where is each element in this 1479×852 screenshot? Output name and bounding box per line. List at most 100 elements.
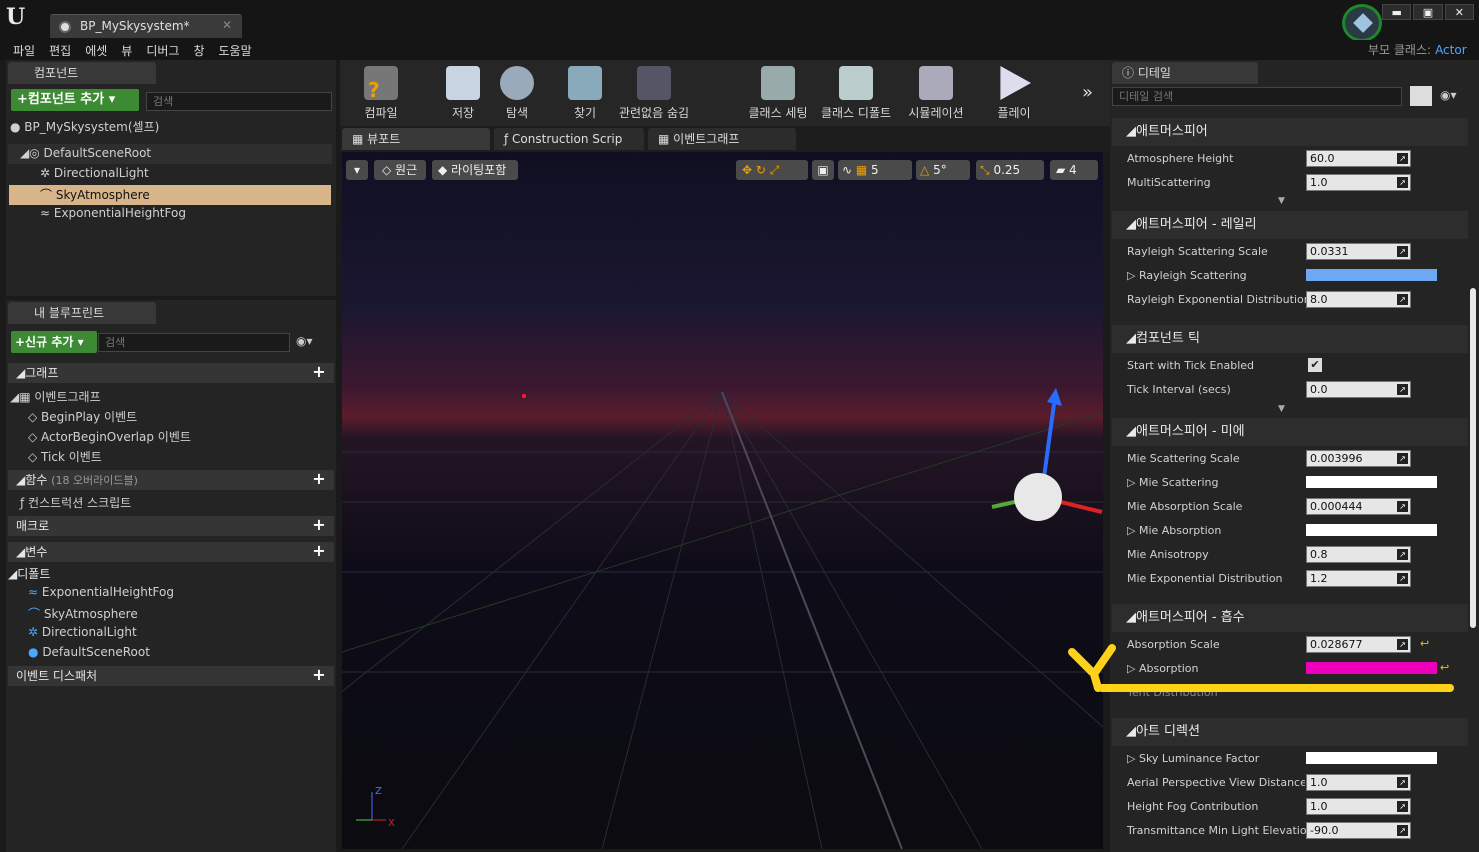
minimize-button[interactable]: ▬ (1382, 4, 1412, 20)
category-rayleigh[interactable]: ◢애트머스피어 - 레일리 (1112, 211, 1468, 239)
graph-section[interactable]: ◢그래프 + (8, 363, 334, 383)
camera-speed-button[interactable]: ▰ 4 (1050, 160, 1098, 180)
scale-snap-button[interactable]: ⤡ 0.25 (976, 160, 1044, 180)
aerial-perspective-field[interactable]: 1.0 ↗ (1306, 774, 1411, 791)
event-tick[interactable]: ◇ Tick 이벤트 (28, 448, 102, 465)
more-tools-icon[interactable]: » (1082, 82, 1093, 103)
mie-scattering-row[interactable]: ▷ Mie Scattering (1127, 476, 1218, 489)
viewport-options-button[interactable]: ▾ (346, 160, 368, 180)
lit-mode-button[interactable]: ◆ 라이팅포함 (432, 160, 518, 180)
multiscattering-field[interactable]: 1.0 ↗ (1306, 174, 1411, 191)
atmosphere-height-field[interactable]: 60.0 ↗ (1306, 150, 1411, 167)
class-defaults-button[interactable]: 클래스 디폴트 (820, 60, 892, 126)
expand-advanced-icon[interactable]: ▼ (1278, 404, 1285, 414)
variables-section[interactable]: ◢변수 + (8, 542, 334, 562)
reset-arrow-icon[interactable]: ↗ (1397, 153, 1408, 164)
add-function-icon[interactable]: + (312, 471, 326, 487)
event-beginplay[interactable]: ◇ BeginPlay 이벤트 (28, 408, 137, 425)
category-tick[interactable]: ◢컴포넌트 틱 (1112, 325, 1468, 353)
tree-item-directionallight[interactable]: ✲ DirectionalLight (40, 166, 149, 180)
reset-arrow-icon[interactable]: ↗ (1397, 777, 1408, 788)
reset-arrow-icon[interactable]: ↗ (1397, 453, 1408, 464)
mie-scattering-swatch[interactable] (1306, 476, 1437, 488)
grid-snap-button[interactable]: ∿ ▦ 5 (838, 160, 912, 180)
menu-help[interactable]: 도움말 (219, 42, 252, 59)
maximize-button[interactable]: ▣ (1413, 4, 1443, 20)
perspective-button[interactable]: ◇ 원근 (374, 160, 426, 180)
source-control-badge[interactable] (1342, 4, 1382, 42)
tab-event-graph[interactable]: ▦ 이벤트그래프 (648, 128, 796, 150)
macros-section[interactable]: 매크로 + (8, 516, 334, 536)
default-light[interactable]: ✲ DirectionalLight (28, 625, 137, 639)
sky-luminance-swatch[interactable] (1306, 752, 1437, 764)
menu-window[interactable]: 창 (193, 42, 204, 59)
browse-button[interactable]: 탐색 (490, 60, 544, 126)
rayleigh-color-swatch[interactable] (1306, 269, 1437, 281)
tick-interval-field[interactable]: 0.0 ↗ (1306, 381, 1411, 398)
parent-class-link[interactable]: Actor (1435, 43, 1467, 57)
reset-arrow-icon[interactable]: ↗ (1397, 801, 1408, 812)
close-tab-icon[interactable]: ✕ (222, 18, 232, 32)
reset-arrow-icon[interactable]: ↗ (1397, 825, 1408, 836)
add-macro-icon[interactable]: + (312, 517, 326, 533)
mie-absorption-swatch[interactable] (1306, 524, 1437, 536)
save-button[interactable]: 저장 (436, 60, 490, 126)
reset-arrow-icon[interactable]: ↗ (1397, 549, 1408, 560)
functions-section[interactable]: ◢함수 (18 오버라이드블) + (8, 470, 334, 490)
menu-debug[interactable]: 디버그 (146, 42, 179, 59)
details-scrollbar[interactable] (1470, 288, 1476, 628)
category-mie[interactable]: ◢애트머스피어 - 미에 (1112, 418, 1468, 446)
components-tab[interactable]: 컴포넌트 (8, 62, 156, 84)
rayleigh-exp-field[interactable]: 8.0 ↗ (1306, 291, 1411, 308)
add-variable-icon[interactable]: + (312, 543, 326, 559)
hide-unrelated-button[interactable]: 관련없음 숨김 (616, 60, 692, 126)
tree-item-defaultsceneroot[interactable]: ◢◎ DefaultSceneRoot (20, 146, 151, 160)
transform-mode-buttons[interactable]: ✥ ↻ ⤢ (736, 160, 808, 180)
view-options-icon[interactable]: ◉▾ (296, 334, 313, 348)
world-local-button[interactable]: ▣ (812, 160, 834, 180)
transmittance-field[interactable]: -90.0 ↗ (1306, 822, 1411, 839)
sky-luminance-row[interactable]: ▷ Sky Luminance Factor (1127, 752, 1259, 765)
reset-arrow-icon[interactable]: ↗ (1397, 384, 1408, 395)
class-settings-button[interactable]: 클래스 세팅 (742, 60, 814, 126)
property-matrix-icon[interactable] (1410, 86, 1432, 106)
details-search-input[interactable]: 디테일 검색 (1112, 87, 1402, 106)
document-tab[interactable]: BP_MySkysystem* ✕ (50, 14, 242, 38)
tab-viewport[interactable]: ▦ 뷰포트 (342, 128, 490, 150)
tab-construction-script[interactable]: ƒ Construction Scrip (494, 128, 644, 150)
height-fog-field[interactable]: 1.0 ↗ (1306, 798, 1411, 815)
reset-arrow-icon[interactable]: ↗ (1397, 177, 1408, 188)
default-sky[interactable]: ⌒ SkyAtmosphere (28, 605, 138, 622)
dispatchers-section[interactable]: 이벤트 디스패처 + (8, 666, 334, 686)
rayleigh-scattering-row[interactable]: ▷ Rayleigh Scattering (1127, 269, 1247, 282)
details-tab[interactable]: ⓘ 디테일 (1112, 62, 1258, 84)
defaults-header[interactable]: ◢디폴트 (8, 565, 50, 582)
self-item[interactable]: ● BP_MySkysystem(셀프) (10, 118, 159, 135)
simulate-button[interactable]: 시뮬레이션 (904, 60, 968, 126)
reset-arrow-icon[interactable]: ↗ (1397, 573, 1408, 584)
mie-absorption-row[interactable]: ▷ Mie Absorption (1127, 524, 1221, 537)
transform-gizmo[interactable] (991, 388, 1103, 521)
category-atmosphere[interactable]: ◢애트머스피어 (1112, 118, 1468, 146)
play-button[interactable]: 플레이 (986, 60, 1042, 126)
menu-asset[interactable]: 에셋 (85, 42, 107, 59)
category-absorption[interactable]: ◢애트머스피어 - 흡수 (1112, 604, 1468, 632)
construction-script-item[interactable]: ƒ 컨스트럭션 스크립트 (20, 494, 131, 511)
default-root[interactable]: ● DefaultSceneRoot (28, 645, 150, 659)
expand-advanced-icon[interactable]: ▼ (1278, 196, 1285, 206)
menu-view[interactable]: 뷰 (121, 42, 132, 59)
reset-arrow-icon[interactable]: ↗ (1397, 501, 1408, 512)
tick-enabled-checkbox[interactable]: ✔ (1308, 358, 1322, 372)
add-new-button[interactable]: +신규 추가 ▾ (11, 331, 97, 353)
viewport[interactable]: X Z ▾ ◇ 원근 ◆ 라이팅포함 ✥ ↻ ⤢ ▣ ∿ ▦ 5 △ 5° ⤡ … (342, 152, 1103, 849)
rotation-snap-button[interactable]: △ 5° (916, 160, 970, 180)
view-options-icon[interactable]: ◉▾ (1440, 88, 1457, 102)
mie-abs-scale-field[interactable]: 0.000444 ↗ (1306, 498, 1411, 515)
add-dispatcher-icon[interactable]: + (312, 667, 326, 683)
tree-item-exponentialheightfog[interactable]: ≈ ExponentialHeightFog (40, 206, 186, 220)
component-search-input[interactable]: 검색 (146, 92, 332, 111)
add-component-button[interactable]: +컴포넌트 추가 ▾ (11, 89, 139, 111)
reset-arrow-icon[interactable]: ↗ (1397, 246, 1408, 257)
event-actorbeginoverlap[interactable]: ◇ ActorBeginOverlap 이벤트 (28, 428, 191, 445)
blueprint-search-input[interactable]: 검색 (98, 333, 290, 352)
